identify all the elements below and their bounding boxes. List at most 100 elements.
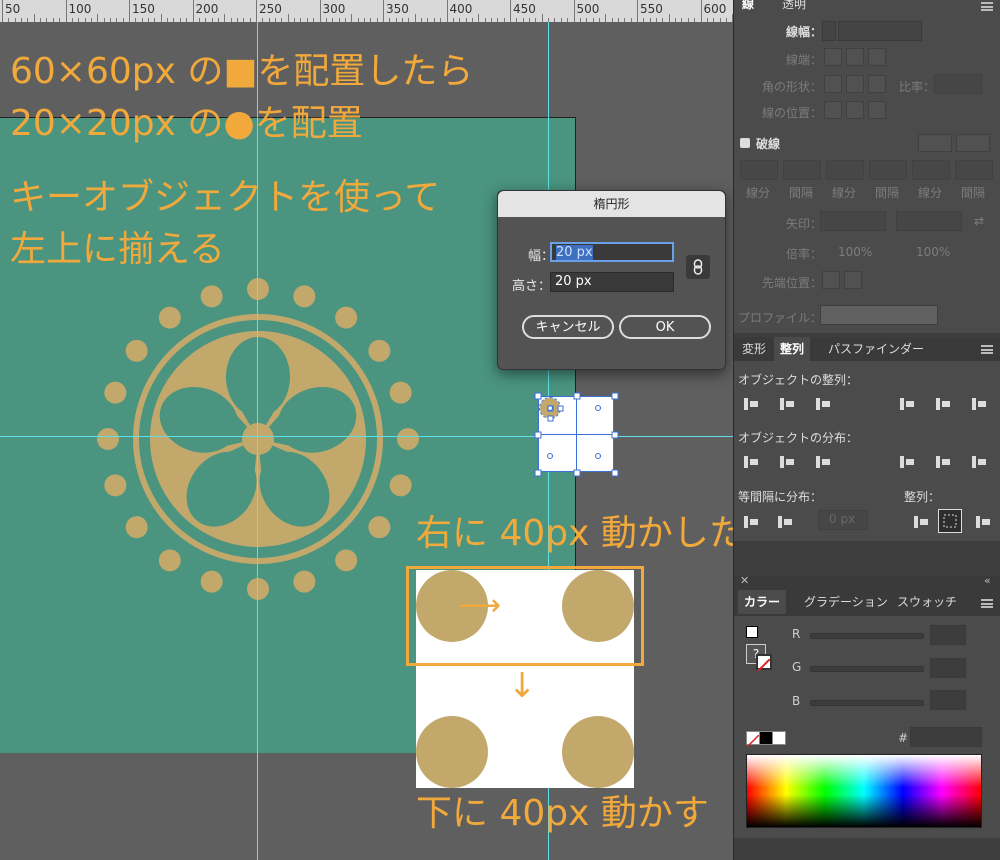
stroke-panel: 線 透明 線幅： 線端： 角の形状： 比率： 線の位置： 破線 線分 間隔 線分… [734,0,1000,333]
ruler-label: 300 [322,2,346,16]
dash-align-icon[interactable] [956,134,990,152]
spacing-input[interactable]: 0 px [818,510,868,530]
stroke-swatch[interactable] [756,654,772,672]
color-panel-menu-icon[interactable] [981,599,993,608]
collapse-panel-icon[interactable]: « [984,574,991,587]
cancel-button[interactable]: キャンセル [522,315,614,339]
ruler-label: 150 [132,2,155,16]
height-input[interactable]: 20 px [550,272,674,292]
horizontal-distribute-center-icon[interactable] [932,451,954,473]
arrowhead-end-select[interactable] [896,211,962,231]
chain-link-icon[interactable] [686,255,710,279]
stroke-align-label: 線の位置： [762,106,823,120]
round-cap-icon[interactable] [846,48,864,66]
annotation-line2: 20×20px の●を配置 [10,103,363,144]
white-swatch[interactable] [772,731,786,745]
tab-pathfinder[interactable]: パスファインダー [822,337,930,361]
distribute-horizontal-spacing-icon[interactable] [774,511,796,533]
align-to-key-object-icon[interactable] [938,509,962,533]
annotation-move-right: 右に 40px 動かしたら [416,513,733,554]
none-swatch[interactable] [746,731,760,748]
vertical-align-center-icon[interactable] [932,393,954,415]
align-to-artboard-icon[interactable] [972,511,994,533]
align-outside-stroke-icon[interactable] [868,101,886,119]
g-input[interactable] [930,658,966,678]
arrow-extend-icon[interactable] [822,271,840,289]
dash-preserve-icon[interactable] [918,134,952,152]
horizontal-align-left-icon[interactable] [740,393,762,415]
horizontal-ruler[interactable]: 50 100 150 200 250 300 350 400 450 500 550 600 [0,0,733,23]
r-slider[interactable] [810,633,924,639]
miter-join-icon[interactable] [824,75,842,93]
bevel-join-icon[interactable] [868,75,886,93]
ruler-tick [192,0,194,22]
horizontal-align-center-icon[interactable] [776,393,798,415]
ruler-tick [414,14,416,22]
dash-label-1: 線分 [746,186,771,200]
corner-label: 角の形状： [762,80,823,94]
panel-menu-icon[interactable] [981,2,993,11]
swap-arrow-icon[interactable]: ⇄ [974,214,984,228]
limit-input[interactable] [934,74,982,94]
tab-transparency[interactable]: 透明 [776,0,812,16]
b-slider[interactable] [810,700,924,706]
dialog-title[interactable]: 楕円形 [498,191,725,217]
hex-label: # [898,731,909,745]
vertical-distribute-bottom-icon[interactable] [812,451,834,473]
vertical-align-top-icon[interactable] [896,393,918,415]
ruler-tick [573,0,575,22]
tab-transform[interactable]: 変形 [736,337,772,361]
tab-gradient[interactable]: グラデーション [798,590,894,614]
align-center-stroke-icon[interactable] [824,101,842,119]
tab-stroke[interactable]: 線 [736,0,761,16]
align-panel: 変形 整列 パスファインダー オブジェクトの整列： オブジェクトの分布： 等間隔… [734,337,1000,541]
ruler-tick [97,14,99,22]
align-panel-menu-icon[interactable] [981,345,993,354]
round-join-icon[interactable] [846,75,864,93]
ruler-tick [478,14,480,22]
color-spectrum[interactable] [746,754,982,828]
horizontal-distribute-left-icon[interactable] [896,451,918,473]
width-input[interactable]: 20 px [550,242,674,262]
vertical-distribute-top-icon[interactable] [740,451,762,473]
close-panel-icon[interactable]: ✕ [740,574,749,587]
align-to-selection-icon[interactable] [910,511,932,533]
canvas-area[interactable]: ⟶ ↓ 60×60px の■を配置したら 20×20px の●を配置 キーオブジ… [0,22,733,860]
square-cap-icon[interactable] [868,48,886,66]
b-label: B [792,694,801,708]
align-inside-stroke-icon[interactable] [846,101,864,119]
arrowhead-start-select[interactable] [820,211,886,231]
b-input[interactable] [930,690,966,710]
weight-stepper[interactable] [822,21,836,41]
black-swatch[interactable] [759,731,773,745]
g-slider[interactable] [810,666,924,672]
horizontal-distribute-right-icon[interactable] [968,451,990,473]
default-colors-icon[interactable] [746,626,758,638]
r-input[interactable] [930,625,966,645]
ruler-tick [351,14,353,22]
scale-end-value[interactable]: 100% [916,245,950,259]
profile-select[interactable] [820,305,938,325]
butt-cap-icon[interactable] [824,48,842,66]
example-circle-bottom-left [416,716,488,788]
tab-swatches[interactable]: スウォッチ [891,590,963,614]
vertical-guide[interactable] [257,22,258,860]
arrow-place-icon[interactable] [844,271,862,289]
ruler-tick [33,14,35,22]
weight-input[interactable] [838,21,922,41]
tab-align[interactable]: 整列 [774,337,811,361]
vertical-distribute-center-icon[interactable] [776,451,798,473]
distribute-vertical-spacing-icon[interactable] [740,511,762,533]
r-label: R [792,627,801,641]
ok-button[interactable]: OK [619,315,711,339]
ellipse-dialog[interactable]: 楕円形 幅： 20 px 高さ： 20 px キャンセル OK [497,190,726,370]
highlight-box [406,566,644,666]
scale-start-value[interactable]: 100% [838,245,872,259]
horizontal-align-right-icon[interactable] [812,393,834,415]
dashed-checkbox[interactable] [740,138,750,148]
vertical-align-bottom-icon[interactable] [968,393,990,415]
ruler-label: 600 [703,2,727,16]
hex-input[interactable] [910,727,982,747]
tab-color[interactable]: カラー [738,590,787,614]
ruler-tick [510,0,511,22]
